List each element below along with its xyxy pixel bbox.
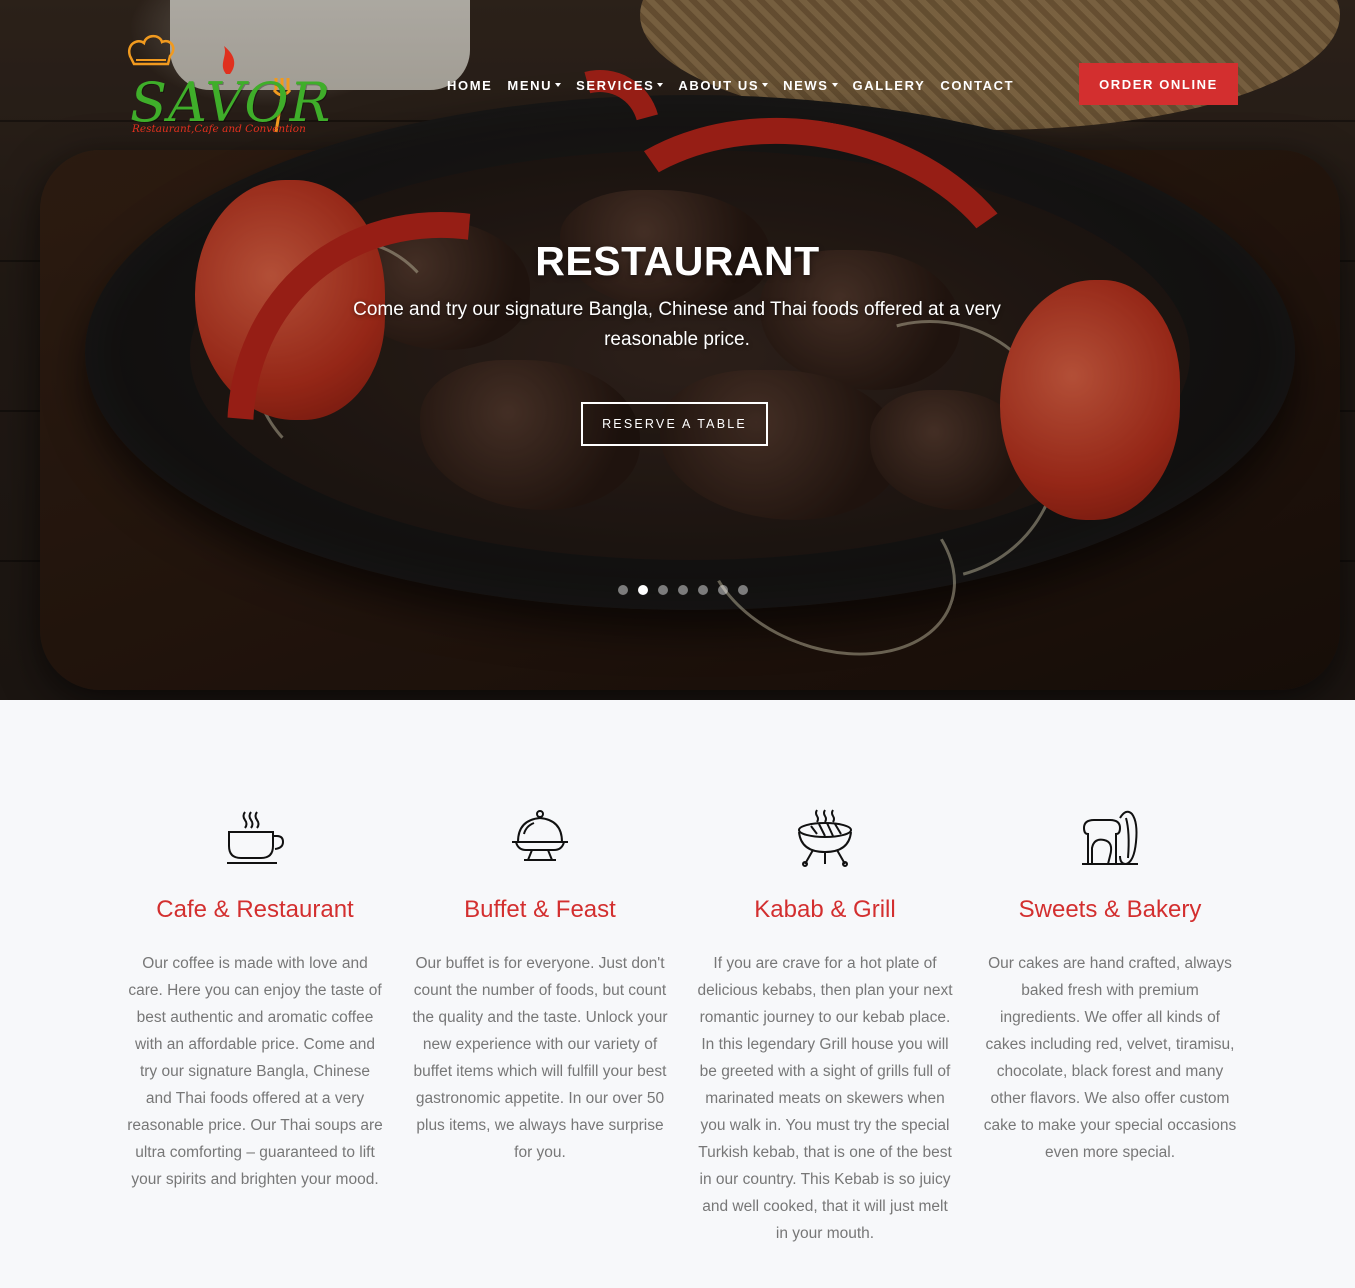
feature-title: Buffet & Feast [464, 896, 616, 923]
slider-dot[interactable] [738, 585, 748, 595]
order-online-button[interactable]: ORDER ONLINE [1079, 63, 1238, 105]
nav-item-home[interactable]: HOME [447, 78, 492, 93]
grill-icon [798, 809, 852, 867]
nav-item-menu[interactable]: MENU [507, 78, 562, 93]
hero-slider: SAVOR Restaurant,Cafe and Convention HOM… [0, 0, 1355, 700]
caret-down-icon [657, 82, 664, 87]
main-nav: HOME MENU SERVICES ABOUT US NEWS GALLERY… [447, 78, 1014, 93]
nav-item-label: GALLERY [852, 78, 926, 93]
brand-name: SAVOR [130, 71, 332, 134]
reserve-table-button[interactable]: RESERVE A TABLE [581, 402, 768, 446]
caret-down-icon [762, 82, 769, 87]
nav-item-label: SERVICES [576, 78, 655, 93]
brand-logo[interactable]: SAVOR Restaurant,Cafe and Convention [126, 34, 330, 139]
coffee-cup-icon [227, 811, 285, 864]
nav-item-label: HOME [447, 78, 493, 93]
nav-item-news[interactable]: NEWS [783, 78, 838, 93]
hero-title: RESTAURANT [535, 238, 820, 284]
slider-dot[interactable] [638, 585, 648, 595]
nav-item-label: ABOUT US [678, 78, 760, 93]
caret-down-icon [831, 82, 838, 87]
feature-description: Our cakes are hand crafted, always baked… [983, 955, 1237, 1161]
slider-pagination [618, 585, 748, 595]
slider-dot[interactable] [718, 585, 728, 595]
services-section: Cafe & Restaurant Our coffee is made wit… [0, 700, 1355, 1288]
nav-item-gallery[interactable]: GALLERY [853, 78, 926, 93]
nav-item-services[interactable]: SERVICES [576, 78, 664, 93]
nav-item-about-us[interactable]: ABOUT US [678, 78, 769, 93]
bread-bakery-icon [1082, 810, 1138, 866]
feature-title: Kabab & Grill [754, 896, 896, 923]
nav-item-label: CONTACT [940, 78, 1015, 93]
hero-subtitle: Come and try our signature Bangla, Chine… [353, 299, 1001, 350]
slider-dot[interactable] [658, 585, 668, 595]
feature-title: Sweets & Bakery [1018, 896, 1202, 923]
slider-dot[interactable] [678, 585, 688, 595]
serving-cloche-icon [512, 810, 568, 861]
brand-tagline: Restaurant,Cafe and Convention [132, 123, 306, 135]
feature-description: Our buffet is for everyone. Just don't c… [412, 955, 668, 1161]
nav-item-label: MENU [507, 78, 553, 93]
feature-description: If you are crave for a hot plate of deli… [697, 955, 953, 1242]
nav-item-contact[interactable]: CONTACT [940, 78, 1014, 93]
feature-description: Our coffee is made with love and care. H… [127, 955, 383, 1188]
nav-item-label: NEWS [783, 78, 829, 93]
caret-down-icon [555, 82, 562, 87]
feature-title: Cafe & Restaurant [156, 896, 354, 923]
slider-dot[interactable] [698, 585, 708, 595]
slider-dot[interactable] [618, 585, 628, 595]
